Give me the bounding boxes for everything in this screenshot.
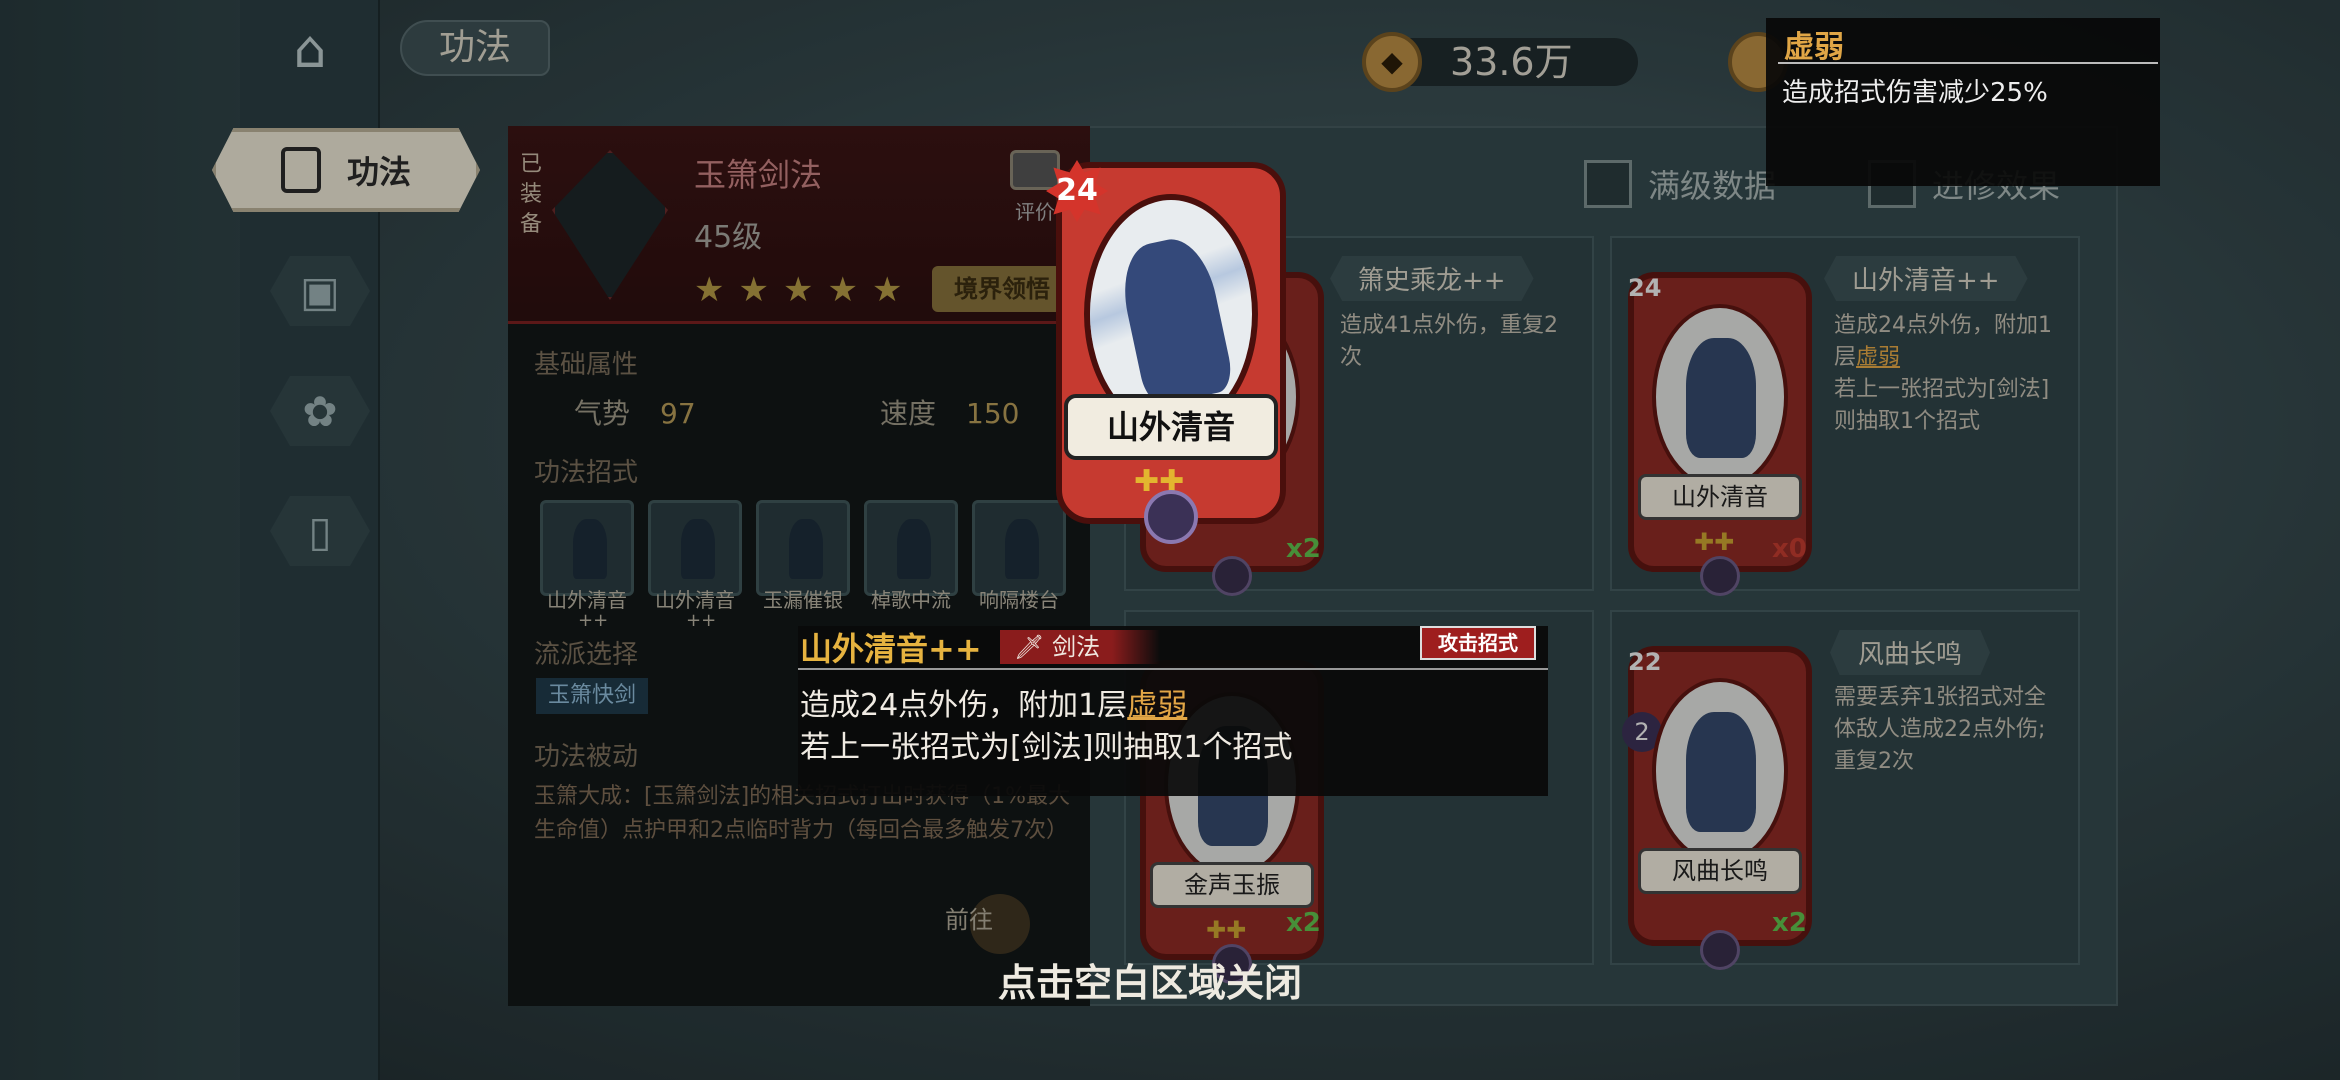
tooltip-line-2: 若上一张招式为[剑法]则抽取1个招式	[800, 730, 1293, 765]
status-title: 虚弱	[1784, 30, 1844, 65]
sword-icon: 🗡	[1014, 633, 1045, 661]
keyword-link[interactable]: 虚弱	[1127, 688, 1187, 723]
tooltip-text: 造成24点外伤，附加1层	[800, 688, 1128, 723]
tooltip-tag: 攻击招式	[1420, 626, 1536, 660]
tooltip-type-label: 剑法	[1052, 633, 1101, 661]
card-cost-badge: 24	[1046, 160, 1108, 222]
tooltip-line-1: 造成24点外伤，附加1层虚弱	[800, 680, 1187, 724]
selected-card: 山外清音 ✚✚	[1056, 162, 1286, 544]
card-name-scroll: 山外清音	[1064, 394, 1278, 460]
status-divider	[1778, 62, 2158, 64]
tooltip-title: 山外清音++	[800, 630, 982, 668]
close-hint: 点击空白区域关闭	[998, 961, 1303, 1005]
tooltip-divider	[798, 668, 1548, 670]
tooltip-type: 🗡 剑法	[1000, 630, 1160, 664]
sword-gem-icon	[1144, 490, 1198, 544]
status-desc: 造成招式伤害减少25%	[1782, 78, 2048, 108]
